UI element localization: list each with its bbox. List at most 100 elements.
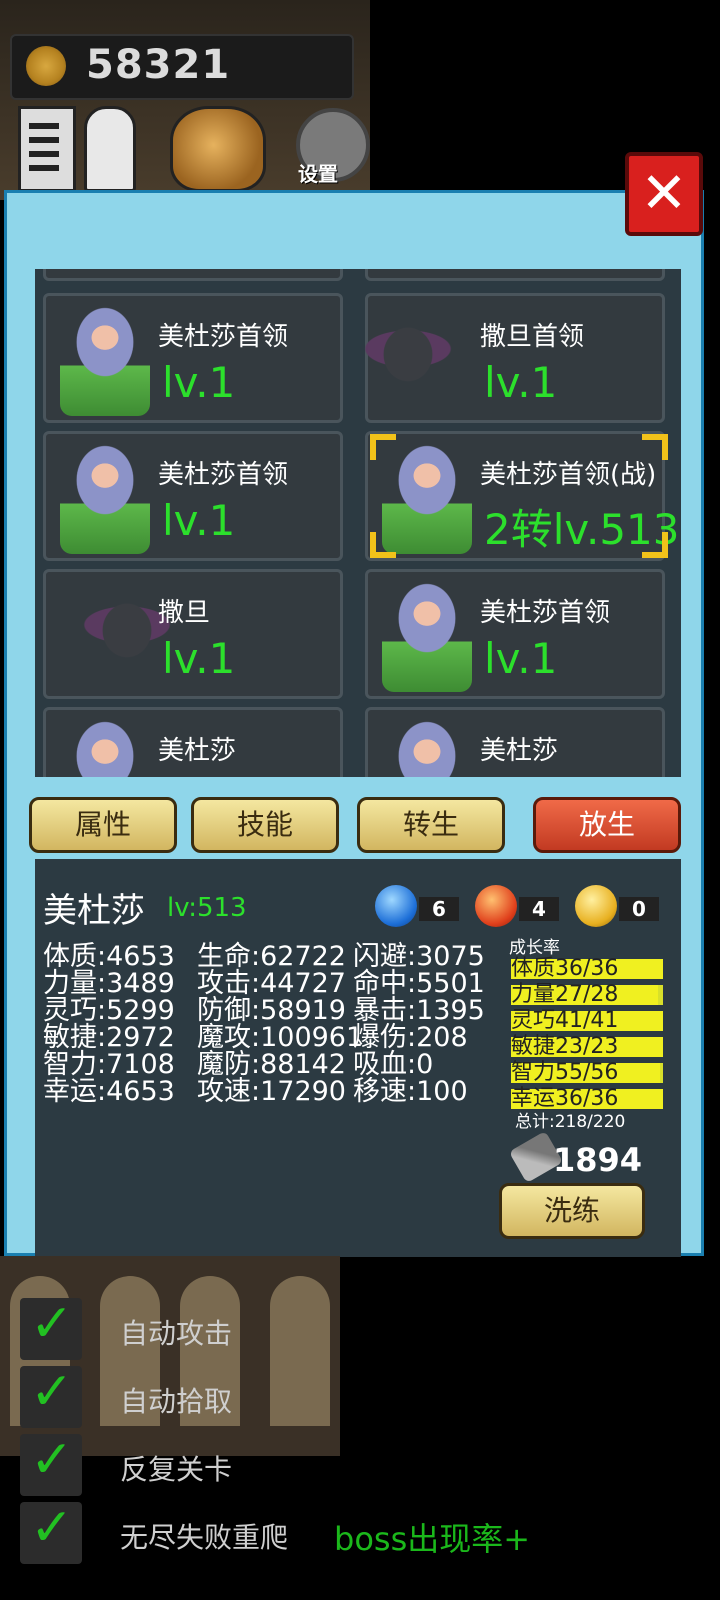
stat-agility: 敏捷:2972 xyxy=(43,1022,175,1053)
pet-name: 美杜莎 xyxy=(158,736,237,766)
checkmark-icon: ✓ xyxy=(30,1430,74,1490)
pet-name: 撒旦 xyxy=(158,598,211,628)
growth-title: 成长率 xyxy=(509,938,560,958)
setting-row[interactable]: ✓ 自动攻击 xyxy=(20,1294,280,1360)
stat-magic-defense: 魔防:88142 xyxy=(197,1049,346,1080)
pet-card[interactable]: 美杜莎首领 lv.1 xyxy=(43,293,343,423)
pet-card[interactable]: 美杜莎 xyxy=(43,707,343,777)
fire-orb-icon xyxy=(475,885,517,927)
stat-magic-attack: 魔攻:100961 xyxy=(197,1022,364,1053)
growth-bar-label: 智力55/56 xyxy=(511,1060,619,1085)
growth-bar-label: 力量27/28 xyxy=(511,982,619,1007)
release-button[interactable]: 放生 xyxy=(533,797,681,853)
growth-total: 总计:218/220 xyxy=(515,1112,626,1132)
pet-level: lv.1 xyxy=(162,634,236,683)
pet-card[interactable]: 美杜莎首领 lv.1 xyxy=(43,431,343,561)
fire-orb-count: 4 xyxy=(519,897,559,921)
pet-name: 美杜莎首领 xyxy=(480,598,611,628)
combat-stats: 生命:62722 攻击:44727 防御:58919 魔攻:100961 魔防:… xyxy=(197,943,363,1105)
stat-intelligence: 智力:7108 xyxy=(43,1049,175,1080)
pet-name: 美杜莎首领 xyxy=(158,322,289,352)
setting-label: 自动攻击 xyxy=(120,1317,233,1350)
top-menu-icons: 设置 xyxy=(10,106,370,192)
pet-card[interactable]: 美杜莎首领 lv.1 xyxy=(365,569,665,699)
checkmark-icon: ✓ xyxy=(30,1362,74,1422)
satan-sprite xyxy=(308,304,508,416)
base-stats: 体质:4653 力量:3489 灵巧:5299 敏捷:2972 智力:7108 … xyxy=(43,943,175,1105)
scroll-count: 1894 xyxy=(553,1141,643,1179)
lightning-orb-count: 0 xyxy=(619,897,659,921)
stat-hp: 生命:62722 xyxy=(197,941,346,972)
stat-constitution: 体质:4653 xyxy=(43,941,175,972)
medusa-sprite xyxy=(60,718,150,777)
stat-strength: 力量:3489 xyxy=(43,968,175,999)
pet-card[interactable]: 撒旦 lv.1 xyxy=(35,569,343,699)
coin-value: 58321 xyxy=(86,42,231,88)
setting-checkbox[interactable]: ✓ xyxy=(20,1498,82,1564)
pet-card-partial[interactable] xyxy=(365,269,665,281)
water-orb-icon xyxy=(375,885,417,927)
pet-card[interactable]: 美杜莎 xyxy=(365,707,665,777)
selection-corner xyxy=(370,532,396,558)
setting-label: 无尽失败重爬 xyxy=(120,1521,289,1554)
growth-bar: 敏捷23/23 xyxy=(511,1034,663,1059)
medusa-sprite xyxy=(382,718,472,777)
setting-label: 反复关卡 xyxy=(120,1453,233,1486)
setting-row[interactable]: ✓ 自动拾取 xyxy=(20,1362,280,1428)
pet-level: lv.1 xyxy=(162,358,236,407)
coin-icon xyxy=(26,46,66,86)
stat-dodge: 闪避:3075 xyxy=(353,941,485,972)
setting-row[interactable]: ✓ 无尽失败重爬 xyxy=(20,1498,288,1564)
stat-crit-damage: 爆伤:208 xyxy=(353,1022,468,1053)
bag-icon[interactable] xyxy=(170,106,266,192)
setting-checkbox[interactable]: ✓ xyxy=(20,1430,82,1496)
stat-dexterity: 灵巧:5299 xyxy=(43,995,175,1026)
pet-name: 美杜莎首领(战) xyxy=(480,460,657,490)
setting-label: 自动拾取 xyxy=(120,1385,233,1418)
pet-card-partial[interactable] xyxy=(43,269,343,281)
medusa-sprite xyxy=(382,580,472,692)
water-orb-count: 6 xyxy=(419,897,459,921)
setting-checkbox[interactable]: ✓ xyxy=(20,1362,82,1428)
lightning-orb-icon xyxy=(575,885,617,927)
ghost-icon[interactable] xyxy=(84,106,136,192)
quest-list-icon[interactable] xyxy=(18,106,76,192)
stat-defense: 防御:58919 xyxy=(197,995,346,1026)
setting-checkbox[interactable]: ✓ xyxy=(20,1294,82,1360)
selection-corner xyxy=(370,434,396,460)
stat-attack: 攻击:44727 xyxy=(197,968,346,999)
growth-bar-label: 敏捷23/23 xyxy=(511,1034,619,1059)
pet-name: 美杜莎首领 xyxy=(158,460,289,490)
pet-name: 撒旦首领 xyxy=(480,322,585,352)
close-button[interactable]: ✕ xyxy=(625,152,703,236)
growth-bar: 灵巧41/41 xyxy=(511,1008,663,1033)
stat-move-speed: 移速:100 xyxy=(353,1076,468,1107)
pet-card[interactable]: 撒旦首领 lv.1 xyxy=(308,293,665,423)
stat-attack-speed: 攻速:17290 xyxy=(197,1076,346,1107)
pet-panel: 美杜莎首领 lv.1 撒旦首领 lv.1 美杜莎首领 lv.1 美杜莎首领(战)… xyxy=(4,190,704,1257)
growth-bar: 体质36/36 xyxy=(511,957,663,981)
detail-pet-level: lv:513 xyxy=(167,893,247,923)
rebirth-button[interactable]: 转生 xyxy=(357,797,505,853)
stat-lifesteal: 吸血:0 xyxy=(353,1049,434,1080)
close-icon: ✕ xyxy=(640,161,688,226)
stat-hit: 命中:5501 xyxy=(353,968,485,999)
pet-name: 美杜莎 xyxy=(480,736,559,766)
reroll-button[interactable]: 洗练 xyxy=(499,1183,645,1239)
setting-row[interactable]: ✓ 反复关卡 xyxy=(20,1430,280,1496)
checkmark-icon: ✓ xyxy=(30,1294,74,1354)
pet-grid[interactable]: 美杜莎首领 lv.1 撒旦首领 lv.1 美杜莎首领 lv.1 美杜莎首领(战)… xyxy=(35,269,681,777)
detail-pet-name: 美杜莎 xyxy=(43,891,145,931)
stat-luck: 幸运:4653 xyxy=(43,1076,175,1107)
attributes-button[interactable]: 属性 xyxy=(29,797,177,853)
growth-bar: 力量27/28 xyxy=(511,982,663,1007)
settings-label[interactable]: 设置 xyxy=(298,158,338,187)
game-top-bar: 58321 设置 xyxy=(0,0,370,200)
pet-card-selected[interactable]: 美杜莎首领(战) 2转lv.513 xyxy=(365,431,680,561)
growth-bar-label: 灵巧41/41 xyxy=(511,1008,619,1033)
medusa-sprite xyxy=(60,304,150,416)
selection-corner xyxy=(642,532,668,558)
skills-button[interactable]: 技能 xyxy=(191,797,339,853)
pet-level: lv.1 xyxy=(484,358,558,407)
pet-level: lv.1 xyxy=(484,634,558,683)
